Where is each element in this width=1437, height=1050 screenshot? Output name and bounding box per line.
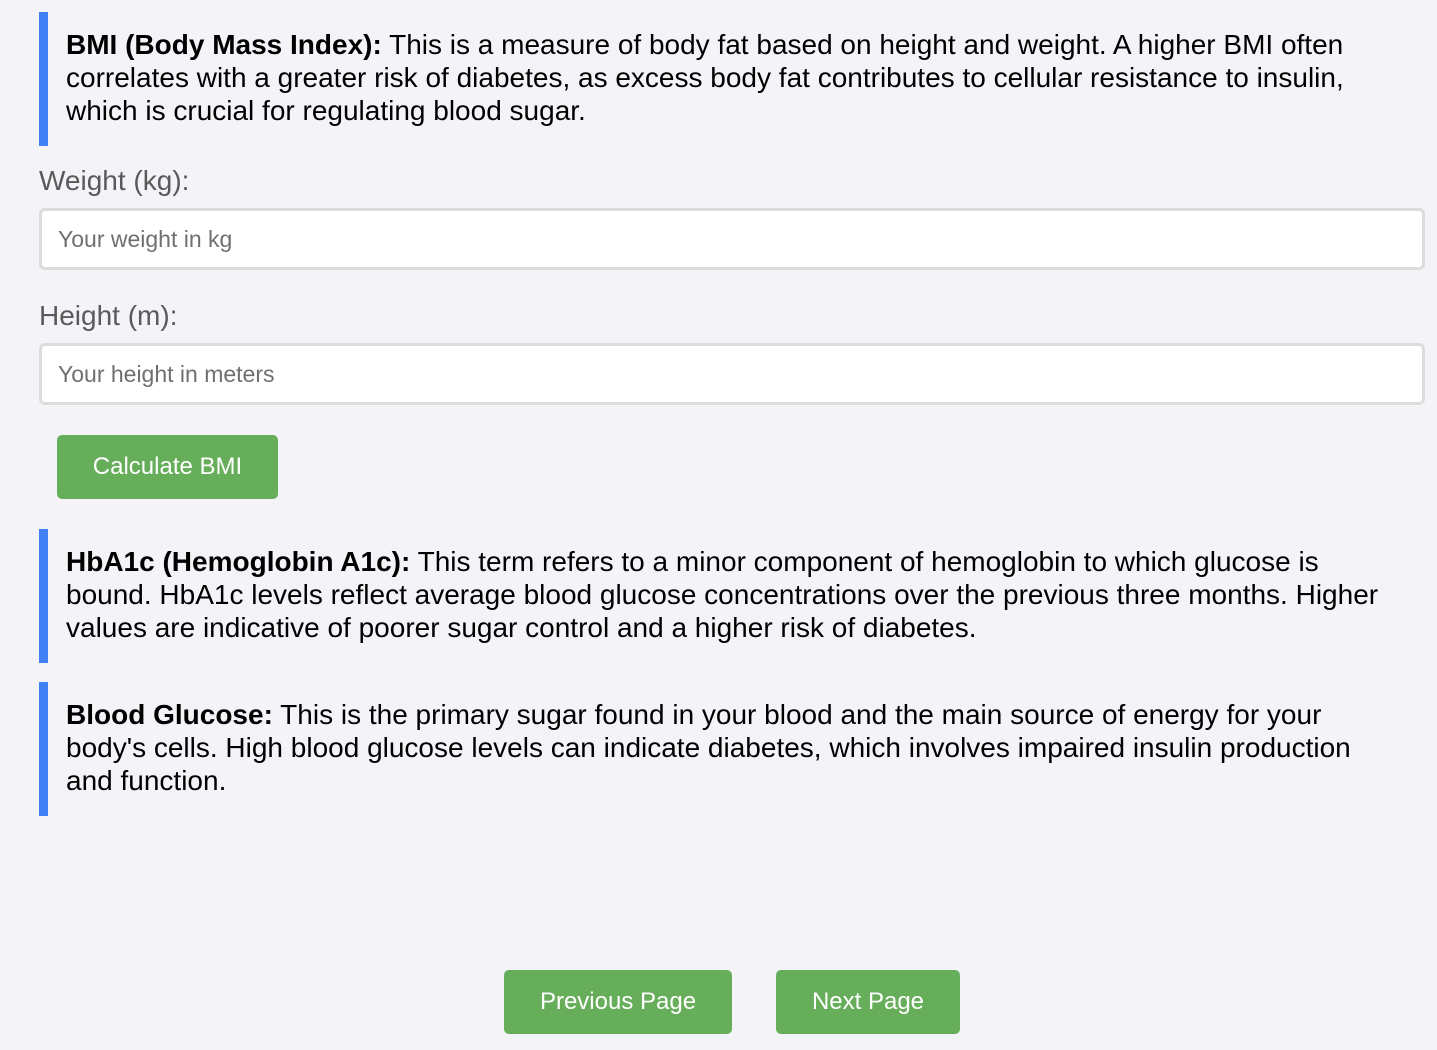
- height-label: Height (m):: [39, 300, 178, 331]
- blood-glucose-term: Blood Glucose:: [66, 699, 273, 730]
- next-page-button[interactable]: Next Page: [776, 970, 960, 1034]
- bmi-term: BMI (Body Mass Index):: [66, 29, 382, 60]
- height-input[interactable]: [39, 343, 1425, 405]
- bmi-info-box: BMI (Body Mass Index): This is a measure…: [39, 12, 1399, 146]
- hba1c-term: HbA1c (Hemoglobin A1c):: [66, 546, 411, 577]
- hba1c-info-box: HbA1c (Hemoglobin A1c): This term refers…: [39, 529, 1399, 663]
- previous-page-button[interactable]: Previous Page: [504, 970, 732, 1034]
- blood-glucose-info-box: Blood Glucose: This is the primary sugar…: [39, 682, 1399, 816]
- weight-input[interactable]: [39, 208, 1425, 270]
- weight-label: Weight (kg):: [39, 165, 190, 196]
- calculate-bmi-button[interactable]: Calculate BMI: [57, 435, 278, 499]
